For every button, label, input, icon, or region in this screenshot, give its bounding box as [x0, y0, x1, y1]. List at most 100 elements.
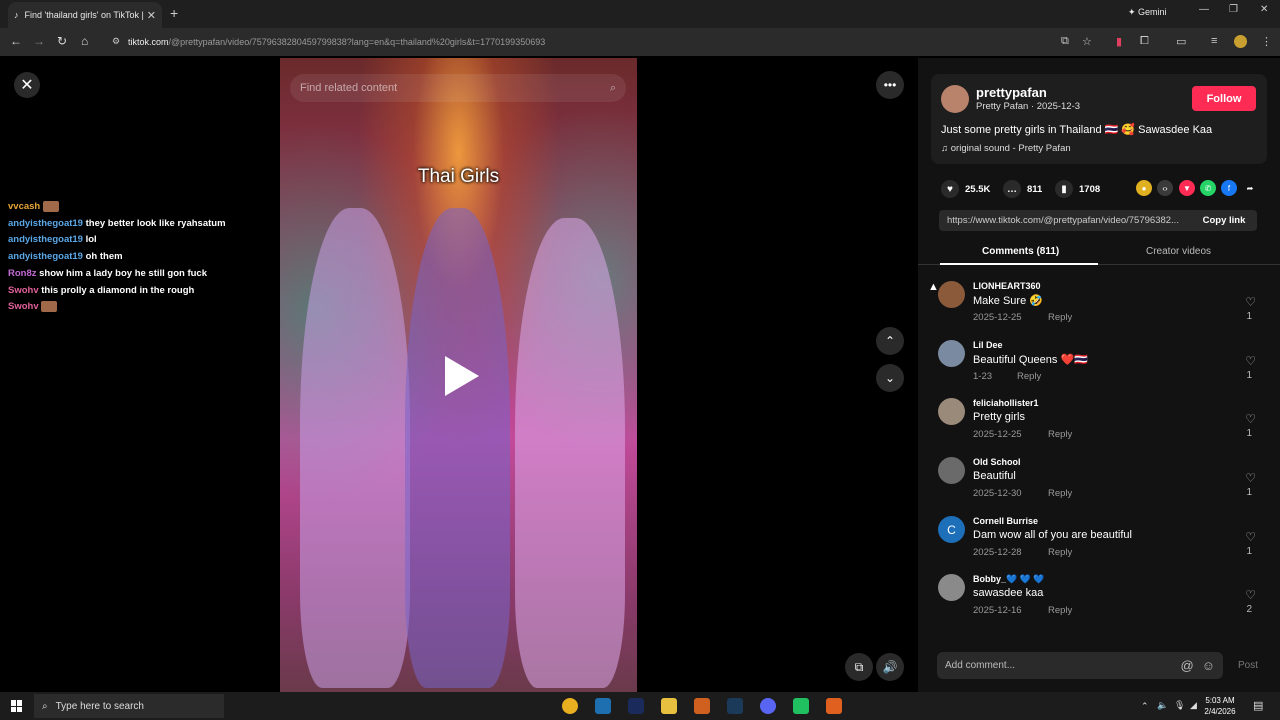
heart-icon[interactable]: ♡: [1245, 412, 1256, 426]
chat-username[interactable]: andyisthegoat19: [8, 234, 83, 245]
commenter-avatar[interactable]: [938, 340, 965, 367]
previous-video-button[interactable]: ⌃: [876, 327, 904, 355]
commenter-name[interactable]: Old School: [973, 457, 1021, 467]
chat-username[interactable]: andyisthegoat19: [8, 251, 83, 262]
extensions-puzzle-icon[interactable]: ⧠: [1140, 35, 1149, 48]
vscode-app-icon[interactable]: [595, 698, 611, 714]
commenter-avatar[interactable]: [938, 281, 965, 308]
author-username[interactable]: prettypafan: [976, 85, 1047, 100]
heart-icon[interactable]: ♡: [1245, 530, 1256, 544]
reply-button[interactable]: Reply: [1048, 547, 1072, 558]
tray-chevron-icon[interactable]: ⌃: [1141, 701, 1149, 712]
add-comment-field[interactable]: Add comment... @ ☺: [937, 652, 1223, 679]
facebook-icon[interactable]: f: [1221, 180, 1237, 196]
comment-text: Beautiful: [973, 470, 1016, 482]
commenter-name[interactable]: Cornell Burrise: [973, 516, 1038, 526]
commenter-avatar[interactable]: C: [938, 516, 965, 543]
chat-username[interactable]: Swohv: [8, 301, 39, 312]
commenter-name[interactable]: feliciahollister1: [973, 398, 1039, 408]
discord-app-icon[interactable]: [760, 698, 776, 714]
browser-tab[interactable]: ♪ Find 'thailand girls' on TikTok | ✕: [8, 2, 162, 28]
chat-username[interactable]: Ron8z: [8, 268, 37, 279]
embed-icon[interactable]: ‹›: [1157, 180, 1173, 196]
forward-icon[interactable]: →: [33, 34, 45, 48]
comment-item: Old School Beautiful 2025-12-30 Reply ♡ 1: [918, 457, 1264, 515]
split-view-icon[interactable]: ▭: [1176, 35, 1186, 48]
commenter-avatar[interactable]: [938, 398, 965, 425]
repost-icon[interactable]: ▼: [1179, 180, 1195, 196]
heart-icon[interactable]: ♡: [1245, 588, 1256, 602]
more-options-button[interactable]: •••: [876, 71, 904, 99]
chat-username[interactable]: vvcash: [8, 201, 40, 212]
mention-icon[interactable]: @: [1181, 658, 1194, 673]
network-icon[interactable]: ◢: [1190, 700, 1197, 711]
reply-button[interactable]: Reply: [1017, 371, 1041, 382]
back-icon[interactable]: ←: [10, 34, 22, 48]
steam-app-icon[interactable]: [727, 698, 743, 714]
minimize-icon[interactable]: —: [1199, 4, 1209, 15]
comment-button[interactable]: … 811: [1003, 180, 1042, 198]
emoji-icon[interactable]: ☺: [1202, 658, 1215, 673]
extension-icon[interactable]: ▮: [1116, 35, 1122, 48]
photoshop-app-icon[interactable]: [628, 698, 644, 714]
close-tab-icon[interactable]: ✕: [147, 9, 156, 22]
search-icon[interactable]: ⌕: [610, 82, 616, 95]
tab-creator-videos[interactable]: Creator videos: [1146, 246, 1211, 257]
reload-icon[interactable]: ↻: [57, 34, 67, 48]
save-button[interactable]: ▮ 1708: [1055, 180, 1100, 198]
follow-button[interactable]: Follow: [1192, 86, 1256, 111]
home-icon[interactable]: ⌂: [81, 34, 88, 48]
site-info-icon[interactable]: ⚙: [112, 36, 120, 47]
android-app-icon[interactable]: [793, 698, 809, 714]
commenter-avatar[interactable]: [938, 574, 965, 601]
reply-button[interactable]: Reply: [1048, 605, 1072, 616]
taskbar-search[interactable]: ⌕ Type here to search: [34, 694, 224, 718]
sound-link[interactable]: ♫ original sound - Pretty Pafan: [941, 143, 1071, 154]
browser-menu-icon[interactable]: ⋮: [1261, 35, 1272, 48]
post-button[interactable]: Post: [1238, 660, 1258, 671]
volume-button[interactable]: 🔊: [876, 653, 904, 681]
gemini-button[interactable]: ✦ Gemini: [1128, 7, 1167, 18]
whatsapp-icon[interactable]: ✆: [1200, 180, 1216, 196]
coin-share-icon[interactable]: ●: [1136, 180, 1152, 196]
app-icon[interactable]: [826, 698, 842, 714]
fl-studio-app-icon[interactable]: [694, 698, 710, 714]
share-link-url[interactable]: https://www.tiktok.com/@prettypafan/vide…: [947, 215, 1191, 226]
reply-button[interactable]: Reply: [1048, 429, 1072, 440]
new-tab-button[interactable]: +: [170, 5, 178, 21]
video-search-bar[interactable]: Find related content ⌕: [290, 74, 626, 102]
heart-icon[interactable]: ♡: [1245, 354, 1256, 368]
profile-avatar[interactable]: [1234, 35, 1247, 48]
microphone-icon[interactable]: 🎙: [1174, 700, 1185, 711]
copy-link-button[interactable]: Copy link: [1191, 215, 1257, 226]
file-explorer-app-icon[interactable]: [661, 698, 677, 714]
author-avatar[interactable]: [941, 85, 969, 113]
install-app-icon[interactable]: ⧉: [1061, 35, 1069, 48]
commenter-avatar[interactable]: [938, 457, 965, 484]
system-clock[interactable]: 5:03 AM 2/4/2026: [1200, 695, 1240, 717]
commenter-name[interactable]: LIONHEART360: [973, 281, 1041, 291]
reading-list-icon[interactable]: ≡: [1211, 35, 1217, 47]
bookmark-star-icon[interactable]: ☆: [1082, 35, 1092, 48]
floating-player-button[interactable]: ⧉: [845, 653, 873, 681]
notifications-icon[interactable]: ▤: [1253, 699, 1263, 712]
restore-icon[interactable]: ❐: [1229, 4, 1238, 15]
window-close-icon[interactable]: ✕: [1260, 4, 1268, 15]
heart-icon[interactable]: ♡: [1245, 471, 1256, 485]
share-arrow-icon[interactable]: ➦: [1242, 180, 1258, 196]
windows-start-icon[interactable]: [11, 700, 23, 712]
commenter-name[interactable]: Bobby_💙 💙 💙: [973, 574, 1045, 585]
close-viewer-button[interactable]: ✕: [14, 72, 40, 98]
commenter-name[interactable]: Lil Dee: [973, 340, 1003, 350]
chat-username[interactable]: andyisthegoat19: [8, 218, 83, 229]
chrome-app-icon[interactable]: [562, 698, 578, 714]
reply-button[interactable]: Reply: [1048, 488, 1072, 499]
heart-icon[interactable]: ♡: [1245, 295, 1256, 309]
next-video-button[interactable]: ⌄: [876, 364, 904, 392]
play-icon[interactable]: [445, 356, 479, 396]
speaker-icon[interactable]: 🔈: [1157, 700, 1168, 711]
like-button[interactable]: ♥ 25.5K: [941, 180, 990, 198]
tab-comments[interactable]: Comments (811): [982, 246, 1059, 257]
reply-button[interactable]: Reply: [1048, 312, 1072, 323]
chat-username[interactable]: Swohv: [8, 285, 39, 296]
